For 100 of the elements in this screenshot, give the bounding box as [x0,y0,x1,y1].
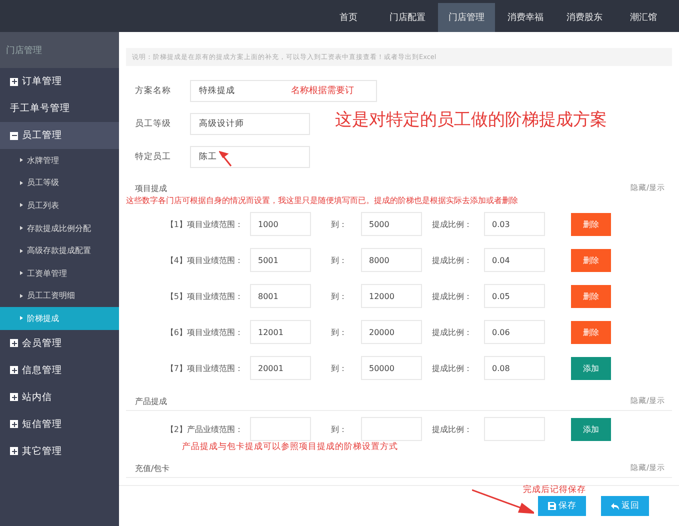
group-label: 会员管理 [22,336,62,350]
nav-tab[interactable]: 门店配置 [379,3,436,32]
bullet-icon [20,158,23,162]
item-label: 员工等级 [27,177,59,188]
input-field[interactable]: 高级设计师 [190,112,310,134]
sidebar-group[interactable]: 站内信 [0,384,119,411]
bullet-icon [20,248,23,253]
to-label: 到： [330,254,348,266]
add-button[interactable]: 添加 [571,356,611,380]
sidebar-group[interactable]: 员工管理 [0,122,119,149]
sidebar-group[interactable]: 会员管理 [0,330,119,357]
group-label: 其它管理 [22,444,62,458]
to-label: 到： [330,218,348,230]
range-label: 【5】项目业绩范围： [164,290,244,302]
nav-tab[interactable]: 首页 [320,3,377,32]
add-button[interactable]: 添加 [571,418,611,440]
nav-tab[interactable]: 门店管理 [438,3,495,32]
save-icon [548,502,556,510]
sidebar-group[interactable]: 订单管理 [0,68,119,95]
input-field[interactable]: 1000 [250,212,311,236]
to-label: 到： [330,362,348,374]
item-label: 工资单管理 [27,268,67,279]
sidebar-item[interactable]: 手工单号管理 [0,95,119,122]
expand-icon [10,366,18,374]
input-field[interactable]: 特殊提成 名称根据需要订 [190,80,377,102]
to-label: 到： [330,424,348,434]
ratio-label: 提成比例： [431,326,473,338]
ratio-label: 提成比例： [431,362,473,374]
input-field[interactable]: 陈工 [190,146,310,168]
bullet-icon [20,294,23,298]
sidebar-item[interactable]: 存款提成比例分配 [0,216,119,240]
sidebar-item[interactable]: 员工工资明细 [0,284,119,308]
group-label: 订单管理 [22,75,62,88]
bullet-icon [20,203,23,208]
nav-tab[interactable]: 潮汇馆 [615,3,672,32]
expand-icon [10,447,18,456]
section-title: 充值/包卡 [135,462,170,474]
collapse-icon [10,132,18,140]
annotation-text: 产品提成与包卡提成可以参照项目提成的阶梯设置方式 [181,441,399,453]
ratio-label: 提成比例： [431,218,473,230]
bullet-icon [20,316,23,320]
section-title: 产品提成 [135,396,167,406]
input-field[interactable]: 5000 [361,212,422,236]
range-label: 【4】项目业绩范围： [164,254,244,266]
field-label: 员工等级 [135,118,172,130]
sidebar-item[interactable]: 工资单管理 [0,262,119,285]
sidebar-item[interactable]: 高级存款提成配置 [0,239,119,262]
range-label: 【7】项目业绩范围： [164,362,244,374]
input-field[interactable]: 5001 [250,248,311,272]
sidebar-group[interactable]: 其它管理 [0,438,119,465]
ratio-label: 提成比例： [431,290,473,302]
ratio-label: 提成比例： [431,254,473,266]
sidebar-item[interactable]: 员工等级 [0,172,119,194]
input-field[interactable]: 0.06 [484,320,545,344]
annotation-text: 这些数字各门店可根据自身的情况而设置，我这里只是随便填写而已。提成的阶梯也是根据实际去添加或者删除 [126,195,519,206]
range-label: 【1】项目业绩范围： [164,218,244,230]
input-field[interactable]: 0.04 [484,248,545,272]
sidebar-item[interactable]: 水牌管理 [0,149,119,172]
item-label: 高级存款提成配置 [27,245,91,256]
group-label: 信息管理 [22,364,62,377]
ratio-label: 提成比例： [431,424,473,434]
to-label: 到： [330,326,348,338]
field-label: 特定员工 [135,150,172,162]
input-field[interactable]: 0.05 [484,284,545,308]
input-field[interactable]: 20001 [250,356,311,380]
bullet-icon [20,271,23,276]
input-field[interactable]: 8001 [250,284,311,308]
expand-icon [10,339,18,348]
group-label: 站内信 [22,390,52,404]
nav-tab[interactable]: 消费股东 [556,3,613,32]
range-label: 【6】项目业绩范围： [164,326,244,338]
section-title: 项目提成 [135,182,167,194]
input-field[interactable]: 20000 [361,320,422,344]
sidebar-group[interactable]: 信息管理 [0,356,119,384]
annotation-headline: 这是对特定的员工做的阶梯提成方案 [335,109,607,131]
item-label: 员工列表 [27,200,59,211]
annotation-text: 完成后记得保存 [523,484,586,496]
expand-icon [10,420,18,428]
input-field[interactable]: 0.08 [484,356,545,380]
item-label: 水牌管理 [27,154,59,166]
item-label: 员工工资明细 [27,290,75,302]
expand-icon [10,78,18,86]
input-field[interactable]: 12000 [361,284,422,308]
to-label: 到： [330,290,348,302]
sidebar-group[interactable]: 短信管理 [0,410,119,438]
nav-tab[interactable]: 消费幸福 [497,3,554,32]
sidebar-item[interactable]: 员工列表 [0,194,119,217]
bullet-icon [20,180,23,185]
sidebar-title: 门店管理 [0,32,119,68]
annotation-arrow [219,150,233,166]
input-field[interactable]: 50000 [361,356,422,380]
input-field[interactable]: 0.03 [484,212,545,236]
expand-icon [10,393,18,402]
bullet-icon [20,226,23,230]
input-field[interactable]: 12001 [250,320,311,344]
item-label: 存款提成比例分配 [27,222,91,234]
annotation-text: 名称根据需要订 [291,84,354,96]
field-label: 方案名称 [135,84,172,96]
group-label: 短信管理 [22,418,62,431]
input-field[interactable]: 8000 [361,248,422,272]
